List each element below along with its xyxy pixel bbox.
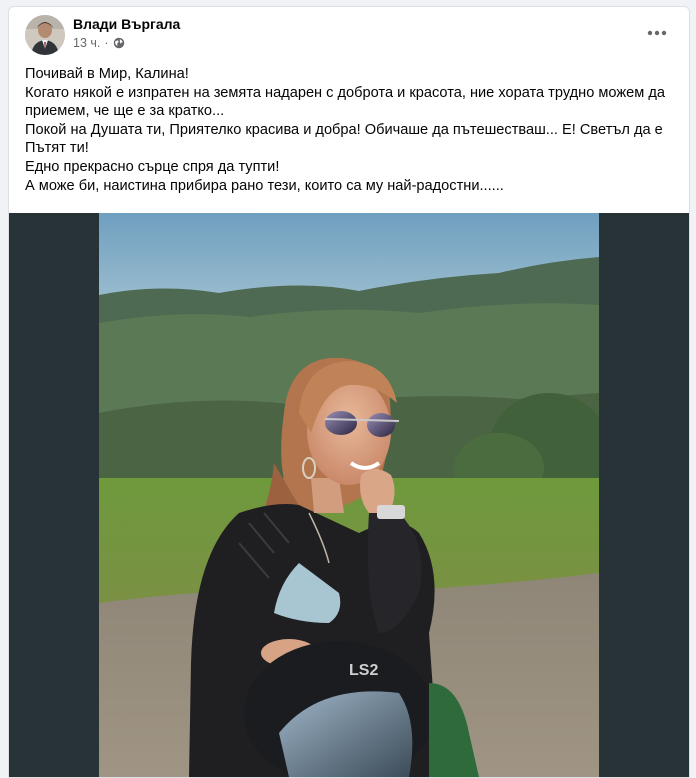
- post-media[interactable]: LS2: [9, 213, 689, 777]
- separator-dot: ·: [104, 36, 109, 50]
- post-photo[interactable]: LS2: [99, 213, 599, 777]
- more-options-button[interactable]: [645, 21, 669, 45]
- more-options-icon: [647, 30, 667, 36]
- author-avatar[interactable]: [25, 15, 65, 55]
- post-meta: 13 ч. ·: [73, 36, 125, 50]
- post-text-line: Покой на Душата ти, Приятелко красива и …: [25, 121, 663, 157]
- post-text: Почивай в Мир, Калина! Когато някой е из…: [25, 65, 675, 195]
- post-text-line: Когато някой е изпратен на земята надаре…: [25, 84, 665, 120]
- globe-icon[interactable]: [113, 37, 125, 49]
- post-text-line: Почивай в Мир, Калина!: [25, 66, 189, 82]
- author-name[interactable]: Влади Въргала: [73, 16, 180, 32]
- post-header: Влади Въргала 13 ч. ·: [9, 7, 689, 59]
- post-card: Влади Въргала 13 ч. · Почивай в Мир, Кал…: [8, 6, 690, 778]
- helmet-logo: LS2: [349, 662, 378, 679]
- post-time[interactable]: 13 ч.: [73, 36, 100, 50]
- photo-image: LS2: [99, 213, 599, 777]
- post-text-line: А може би, наистина прибира рано тези, к…: [25, 177, 504, 194]
- avatar-image: [25, 15, 65, 55]
- post-text-line: Едно прекрасно сърце спря да тупти!: [25, 158, 280, 175]
